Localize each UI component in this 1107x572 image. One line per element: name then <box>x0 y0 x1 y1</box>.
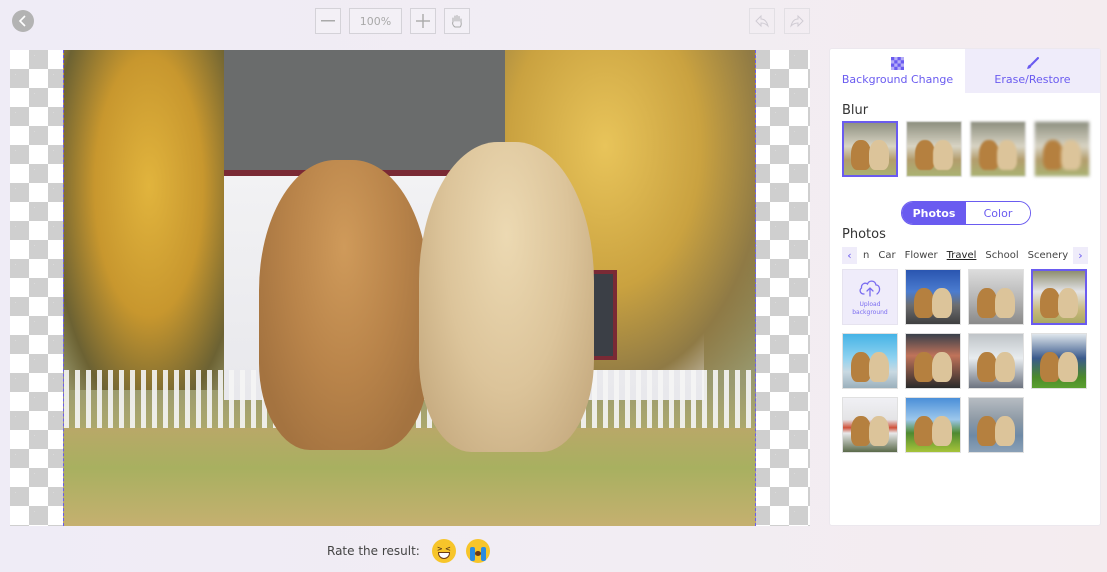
redo-button[interactable] <box>784 8 810 34</box>
mode-toggle: Photos Color <box>901 201 1031 225</box>
zoom-level: 100% <box>349 8 402 34</box>
puppy-right <box>419 142 594 452</box>
plus-icon <box>416 14 430 28</box>
chevron-left-icon: ‹ <box>847 248 852 262</box>
crying-face-icon[interactable] <box>465 539 490 563</box>
category-list: n Car Flower Travel School Scenery <box>857 250 1073 261</box>
category-item[interactable]: Flower <box>905 250 938 261</box>
upload-background-button[interactable]: Upload background <box>842 269 898 325</box>
tab-erase-restore[interactable]: Erase/Restore <box>965 49 1100 93</box>
rating-bar: Rate the result: > < <box>327 539 490 563</box>
background-thumb-city[interactable] <box>842 333 898 389</box>
category-next-button[interactable]: › <box>1073 246 1088 264</box>
upload-label: Upload background <box>852 301 888 316</box>
minus-icon <box>321 20 335 22</box>
brush-icon <box>1027 56 1039 69</box>
back-button[interactable] <box>12 10 34 32</box>
blur-option-none[interactable] <box>842 121 898 177</box>
category-item-active[interactable]: Travel <box>947 250 977 261</box>
tab-label: Background Change <box>841 72 954 86</box>
leafy-ground <box>64 428 755 526</box>
redo-icon <box>790 14 804 28</box>
side-panel: Background Change Erase/Restore Blur Pho… <box>829 48 1101 526</box>
blur-option-medium[interactable] <box>970 121 1026 177</box>
zoom-out-button[interactable] <box>315 8 341 34</box>
panel-tabs: Background Change Erase/Restore <box>830 49 1100 93</box>
zoom-toolbar: 100% <box>315 8 470 34</box>
chevron-left-icon <box>18 15 26 27</box>
category-item[interactable]: n <box>863 250 869 261</box>
cloud-upload-icon <box>859 280 881 297</box>
undo-button[interactable] <box>749 8 775 34</box>
blur-options <box>842 121 1090 177</box>
background-grid: Upload background <box>842 269 1087 453</box>
category-item[interactable]: Car <box>878 250 895 261</box>
tab-label: Erase/Restore <box>994 72 1071 86</box>
blur-option-low[interactable] <box>906 121 962 177</box>
background-thumb-house[interactable] <box>1031 269 1087 325</box>
history-controls <box>749 8 810 34</box>
background-thumb-river[interactable] <box>968 397 1024 453</box>
mouth <box>437 552 450 559</box>
tab-background-change[interactable]: Background Change <box>830 49 965 93</box>
category-item[interactable]: School <box>985 250 1018 261</box>
blur-option-high[interactable] <box>1034 121 1090 177</box>
background-thumb-road[interactable] <box>905 269 961 325</box>
puppy-left <box>259 160 429 450</box>
checkerboard-icon <box>891 56 904 70</box>
editor-canvas[interactable] <box>10 50 810 526</box>
mouth <box>474 551 481 556</box>
pan-button[interactable] <box>444 8 470 34</box>
background-thumb-room[interactable] <box>968 269 1024 325</box>
category-bar: ‹ n Car Flower Travel School Scenery › <box>842 246 1088 264</box>
chevron-right-icon: › <box>1078 248 1083 262</box>
result-image <box>63 50 756 526</box>
laughing-face-icon[interactable]: > < <box>431 539 456 563</box>
background-thumb-suburb[interactable] <box>1031 333 1087 389</box>
background-thumb-villa[interactable] <box>842 397 898 453</box>
category-prev-button[interactable]: ‹ <box>842 246 857 264</box>
mode-photos-button[interactable]: Photos <box>902 202 966 224</box>
background-thumb-street[interactable] <box>905 333 961 389</box>
background-thumb-meadow[interactable] <box>905 397 961 453</box>
zoom-in-button[interactable] <box>410 8 436 34</box>
background-thumb-alley[interactable] <box>968 333 1024 389</box>
mode-color-button[interactable]: Color <box>966 202 1030 224</box>
hand-icon <box>452 15 462 28</box>
tree-left <box>64 50 234 390</box>
blur-label: Blur <box>842 103 869 118</box>
rating-label: Rate the result: <box>327 544 420 558</box>
undo-icon <box>755 14 769 28</box>
category-item[interactable]: Scenery <box>1028 250 1069 261</box>
photos-label: Photos <box>842 227 886 242</box>
